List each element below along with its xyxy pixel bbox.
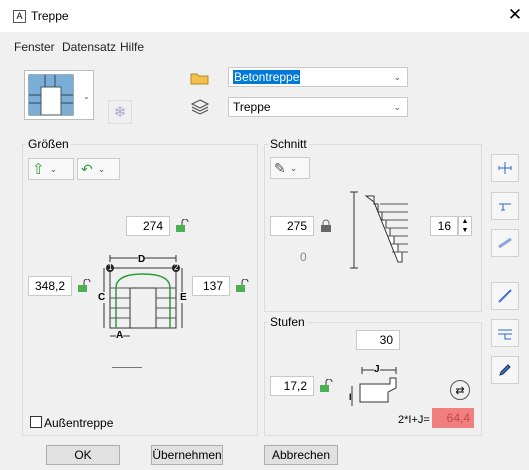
stair-type-selector[interactable]: ⌄ bbox=[24, 70, 94, 120]
stair-preview-icon: ⌄ bbox=[28, 74, 90, 116]
steps-spinner[interactable]: ▲ ▼ bbox=[458, 216, 472, 236]
dimension-e-field[interactable]: 137 bbox=[192, 276, 230, 296]
schnitt-label: Schnitt bbox=[268, 137, 309, 151]
layers-icon bbox=[190, 99, 210, 115]
chevron-down-icon: ⌄ bbox=[393, 72, 401, 82]
stringer-icon[interactable] bbox=[491, 282, 519, 310]
aussentreppe-label: Außentreppe bbox=[44, 416, 114, 430]
ok-button[interactable]: OK bbox=[46, 445, 120, 465]
layer-combo[interactable]: Treppe ⌄ bbox=[228, 97, 408, 117]
label-1: 1 bbox=[108, 263, 113, 272]
chevron-down-icon: ⌄ bbox=[97, 163, 106, 174]
arrow-up-icon: ⇧ bbox=[32, 161, 45, 178]
label-a: A bbox=[116, 330, 124, 341]
unlock-icon[interactable] bbox=[74, 276, 94, 296]
calc-toggle-icon[interactable]: ⇄ bbox=[450, 380, 470, 400]
label-c: C bbox=[98, 292, 106, 303]
label-e: E bbox=[180, 292, 187, 303]
step-diagram: J I bbox=[348, 364, 408, 412]
offset-value: 0 bbox=[300, 250, 307, 264]
landing-icon[interactable] bbox=[491, 319, 519, 347]
unlock-icon[interactable] bbox=[316, 376, 336, 396]
height-field[interactable]: 275 bbox=[270, 216, 314, 236]
chevron-down-icon: ⌄ bbox=[49, 163, 58, 174]
chevron-down-icon: ⌄ bbox=[393, 102, 401, 112]
material-combo[interactable]: Betontreppe ⌄ bbox=[228, 67, 408, 87]
edit-pencil-icon[interactable] bbox=[491, 356, 519, 384]
section-diagram bbox=[348, 190, 418, 270]
direction-up-dropdown[interactable]: ⇧ ⌄ bbox=[28, 158, 74, 180]
dimension-tool-icon[interactable] bbox=[491, 154, 519, 182]
label-i: I bbox=[349, 392, 352, 402]
unlock-icon[interactable] bbox=[232, 276, 252, 296]
dimension-d-field[interactable]: 274 bbox=[126, 216, 170, 236]
chevron-down-icon: ⌄ bbox=[289, 162, 298, 173]
snowflake-icon[interactable]: ❄ bbox=[108, 100, 132, 124]
aussentreppe-checkbox[interactable] bbox=[30, 416, 42, 428]
label-d: D bbox=[138, 254, 146, 265]
menu-datensatz[interactable]: Datensatz bbox=[62, 40, 116, 54]
groessen-label: Größen bbox=[26, 137, 71, 151]
menu-fenster[interactable]: Fenster bbox=[14, 40, 55, 54]
folder-icon[interactable] bbox=[190, 70, 210, 86]
label-j: J bbox=[374, 364, 380, 375]
steps-field[interactable]: 16 bbox=[430, 216, 458, 236]
divider-line bbox=[112, 367, 142, 368]
handrail-icon[interactable] bbox=[491, 192, 519, 220]
pen-icon: ✎ bbox=[274, 159, 286, 176]
app-icon: A bbox=[13, 10, 26, 23]
cancel-button[interactable]: Abbrechen bbox=[264, 445, 338, 465]
railing-icon[interactable] bbox=[491, 229, 519, 257]
title-bar bbox=[0, 0, 529, 32]
lock-icon[interactable] bbox=[316, 216, 336, 236]
window-title: Treppe bbox=[31, 9, 69, 23]
dimension-c-field[interactable]: 348,2 bbox=[28, 276, 72, 296]
section-style-dropdown[interactable]: ✎ ⌄ bbox=[270, 157, 310, 179]
unlock-icon[interactable] bbox=[172, 216, 192, 236]
riser-field[interactable]: 17,2 bbox=[270, 376, 314, 396]
formula-value: 64,4 bbox=[432, 408, 474, 428]
stufen-label: Stufen bbox=[268, 315, 307, 329]
close-icon[interactable]: ✕ bbox=[505, 5, 525, 25]
formula-label: 2*I+J= bbox=[398, 414, 430, 426]
label-2: 2 bbox=[174, 263, 179, 272]
stair-plan-diagram: D 1 2 C E A bbox=[98, 254, 188, 341]
turn-arrow-icon: ↶ bbox=[81, 160, 93, 177]
turn-direction-dropdown[interactable]: ↶ ⌄ bbox=[77, 158, 120, 180]
menu-hilfe[interactable]: Hilfe bbox=[120, 40, 144, 54]
tread-field[interactable]: 30 bbox=[356, 330, 400, 350]
apply-button[interactable]: Übernehmen bbox=[151, 445, 223, 465]
svg-text:⌄: ⌄ bbox=[83, 92, 90, 101]
